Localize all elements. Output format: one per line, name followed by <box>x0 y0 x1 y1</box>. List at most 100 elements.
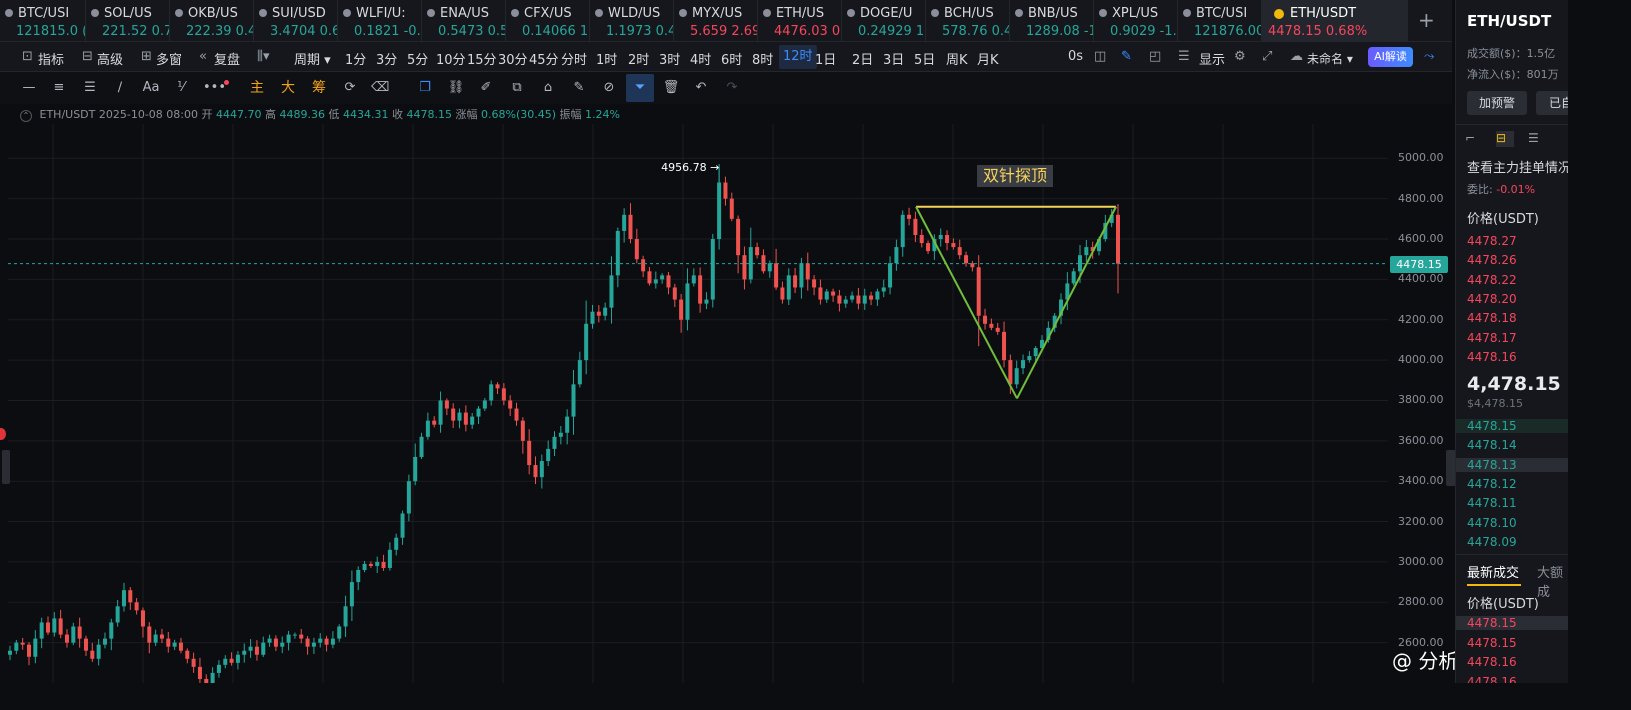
copy-icon[interactable]: ❐ <box>416 80 434 96</box>
replay-button[interactable]: 复盘 <box>214 49 240 68</box>
ask-row[interactable]: 4478.26 <box>1467 253 1517 267</box>
tab-latest-trades[interactable]: 最新成交 <box>1467 562 1519 581</box>
bid-row[interactable]: 4478.10 <box>1467 516 1517 530</box>
book-view-icon[interactable]: ⌐ <box>1465 131 1483 147</box>
camera-icon[interactable]: ◫ <box>1094 49 1106 64</box>
ticker-tab[interactable]: BCH/US 578.76 0.4 <box>926 0 1010 42</box>
interval-15[interactable]: 1日 <box>815 49 836 68</box>
bid-row[interactable]: 4478.13 <box>1456 457 1568 472</box>
layout-icon[interactable]: ◰ <box>1149 49 1161 64</box>
interval-7[interactable]: 分时 <box>561 49 587 68</box>
main-force-button[interactable]: 主 <box>248 80 266 96</box>
eraser-icon[interactable]: ⌫ <box>371 80 389 96</box>
interval-0[interactable]: 1分 <box>345 49 366 68</box>
indicators-button[interactable]: 指标 <box>38 49 64 68</box>
ticker-tab[interactable]: OKB/US 222.39 0.4 <box>170 0 254 42</box>
ask-row[interactable]: 4478.27 <box>1467 234 1517 248</box>
tab-large-trades[interactable]: 大额成 <box>1537 562 1568 600</box>
add-tab-icon[interactable]: + <box>1418 8 1435 32</box>
period-dropdown[interactable]: 周期 ▾ <box>294 49 331 68</box>
ticker-tab[interactable]: ENA/US 0.5473 0.5 <box>422 0 506 42</box>
undo-icon[interactable]: ↶ <box>692 80 710 96</box>
interval-14[interactable]: 12时 <box>779 45 817 69</box>
bid-row[interactable]: 4478.11 <box>1467 496 1517 510</box>
redo-icon[interactable]: ↷ <box>723 80 741 96</box>
link-icon[interactable]: ⛓ <box>447 80 465 96</box>
interval-10[interactable]: 3时 <box>659 49 680 68</box>
ask-row[interactable]: 4478.16 <box>1467 350 1517 364</box>
chips-button[interactable]: 筹 <box>310 80 328 96</box>
ask-row[interactable]: 4478.20 <box>1467 292 1517 306</box>
interval-13[interactable]: 8时 <box>752 49 773 68</box>
ticker-tab[interactable]: WLD/US 1.1973 0.4 <box>590 0 674 42</box>
main-orders-link[interactable]: 查看主力挂单情况 <box>1467 157 1568 176</box>
parallel-lines-icon[interactable]: ≡ <box>50 80 68 96</box>
note-icon[interactable]: ✎ <box>570 80 588 96</box>
candlestick-chart[interactable] <box>8 124 1388 683</box>
ticker-tab[interactable]: SOL/US 221.52 0.7 <box>86 0 170 42</box>
interval-3[interactable]: 10分 <box>436 49 466 68</box>
ticker-tab[interactable]: WLFI/U: 0.1821 -0. <box>338 0 422 42</box>
collapse-icon[interactable]: ⌃ <box>20 110 32 122</box>
settings-icon[interactable]: ⚙ <box>1234 49 1246 64</box>
book-split-icon[interactable]: ⊟ <box>1496 131 1514 147</box>
horizontal-line-icon[interactable]: — <box>20 80 38 96</box>
ticker-tab[interactable]: ETH/USDT 4478.15 0.68% <box>1262 0 1408 42</box>
ask-row[interactable]: 4478.22 <box>1467 273 1517 287</box>
ticker-tab[interactable]: BNB/US 1289.08 -1 <box>1010 0 1094 42</box>
bid-row[interactable]: 4478.14 <box>1467 438 1517 452</box>
display-button[interactable]: 显示 <box>1199 49 1225 68</box>
interval-4[interactable]: 15分 <box>467 49 497 68</box>
trend-line-icon[interactable]: ∕ <box>111 80 129 96</box>
delete-icon[interactable]: 🗑 <box>662 80 680 96</box>
advanced-button[interactable]: 高级 <box>97 49 123 68</box>
ticker-tab[interactable]: DOGE/U 0.24929 1: <box>842 0 926 42</box>
multi-window-button[interactable]: 多窗 <box>156 49 182 68</box>
layout-name-dropdown[interactable]: 未命名 ▾ <box>1307 50 1353 67</box>
added-button[interactable]: 已自 <box>1536 91 1568 115</box>
bid-row[interactable]: 4478.15 <box>1456 419 1568 433</box>
ask-row[interactable]: 4478.17 <box>1467 331 1517 345</box>
visibility-icon[interactable]: ⊘ <box>600 80 618 96</box>
fib-lines-icon[interactable]: ☰ <box>81 80 99 96</box>
pen-icon[interactable]: ✎ <box>1121 49 1132 64</box>
interval-17[interactable]: 3日 <box>883 49 904 68</box>
bid-row[interactable]: 4478.09 <box>1467 535 1517 549</box>
refresh-interval[interactable]: 0s <box>1068 49 1083 64</box>
pattern-annotation[interactable]: 双针探顶 <box>977 165 1054 187</box>
ticker-tab[interactable]: MYX/US 5.659 2.69 <box>674 0 758 42</box>
ticker-tab[interactable]: BTC/USI 121876.00 <box>1178 0 1262 42</box>
menu-icon[interactable]: ☰ <box>1178 49 1190 64</box>
interval-20[interactable]: 月K <box>977 49 999 68</box>
interval-19[interactable]: 周K <box>946 49 968 68</box>
interval-6[interactable]: 45分 <box>529 49 559 68</box>
ticker-tab[interactable]: ETH/US 4476.03 0. <box>758 0 842 42</box>
interval-18[interactable]: 5日 <box>914 49 935 68</box>
bid-row[interactable]: 4478.12 <box>1467 477 1517 491</box>
add-alert-button[interactable]: 加预警 <box>1467 91 1527 115</box>
ticker-tab[interactable]: BTC/USI 121815.0 ( <box>0 0 86 42</box>
interval-12[interactable]: 6时 <box>721 49 742 68</box>
brush-icon[interactable]: ✐ <box>477 80 495 96</box>
interval-9[interactable]: 2时 <box>628 49 649 68</box>
ai-read-button[interactable]: AI解读 <box>1368 47 1413 67</box>
fullscreen-icon[interactable]: ⤢ <box>1262 49 1272 64</box>
ticker-tab[interactable]: CFX/US 0.14066 1. <box>506 0 590 42</box>
interval-11[interactable]: 4时 <box>690 49 711 68</box>
interval-16[interactable]: 2日 <box>852 49 873 68</box>
compare-icon[interactable]: ⧉ <box>508 80 526 96</box>
text-tool-icon[interactable]: Aa <box>142 80 160 96</box>
left-panel-handle[interactable] <box>2 450 10 484</box>
share-icon[interactable]: ⤳ <box>1424 49 1434 64</box>
magnet-icon[interactable]: ⟳ <box>341 80 359 96</box>
interval-2[interactable]: 5分 <box>407 49 428 68</box>
interval-5[interactable]: 30分 <box>498 49 528 68</box>
interval-1[interactable]: 3分 <box>376 49 397 68</box>
more-tools-icon[interactable]: ••• <box>203 80 226 96</box>
ticker-tab[interactable]: XPL/US 0.9029 -1. <box>1094 0 1178 42</box>
ask-row[interactable]: 4478.18 <box>1467 311 1517 325</box>
candle-type-icon[interactable]: ⫼▾ <box>257 49 270 64</box>
book-list-icon[interactable]: ☰ <box>1528 131 1546 147</box>
price-axis[interactable]: 5000.00 4800.00 4600.00 4400.00 4200.00 4000.… <box>1388 124 1452 683</box>
filter-icon[interactable]: ⏷ <box>626 74 654 102</box>
